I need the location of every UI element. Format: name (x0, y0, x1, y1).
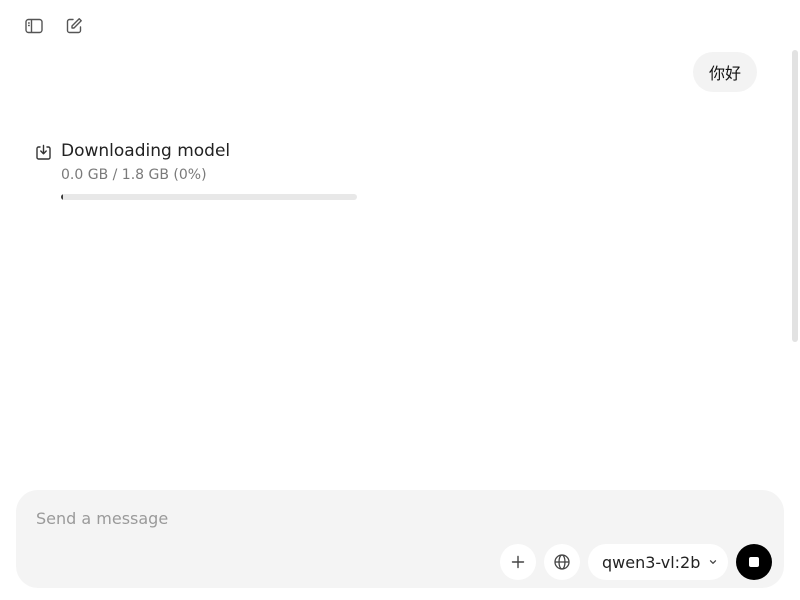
plus-icon (511, 555, 525, 569)
globe-icon (554, 554, 570, 570)
download-progress-bar (61, 194, 357, 200)
scrollbar-thumb[interactable] (792, 50, 798, 342)
model-selector[interactable]: qwen3-vl:2b (588, 544, 728, 580)
stop-icon (749, 557, 759, 567)
download-progress-text: 0.0 GB / 1.8 GB (0%) (61, 167, 207, 183)
download-icon (36, 144, 51, 160)
attach-button[interactable] (500, 544, 536, 580)
toggle-sidebar-button[interactable] (22, 14, 46, 38)
app-window: 你好 Downloading model 0.0 GB / 1.8 GB (0%… (0, 0, 800, 600)
new-chat-button[interactable] (62, 14, 86, 38)
download-title: Downloading model (61, 141, 231, 161)
new-chat-icon (66, 18, 82, 34)
model-name: qwen3-vl:2b (602, 552, 701, 572)
user-message: 你好 (692, 52, 757, 92)
scrollbar[interactable] (790, 0, 800, 600)
message-composer: qwen3-vl:2b (16, 490, 784, 588)
download-progress-fill (61, 194, 63, 200)
message-input[interactable] (36, 506, 736, 530)
web-search-button[interactable] (544, 544, 580, 580)
stop-button[interactable] (736, 544, 772, 580)
chevron-down-icon (710, 560, 717, 564)
sidebar-icon (25, 18, 43, 34)
